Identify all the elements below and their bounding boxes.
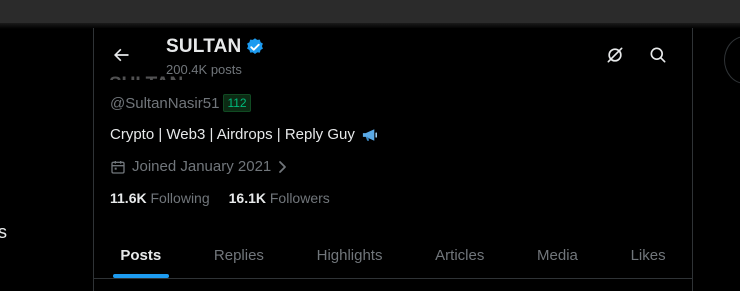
profile-badge-count: 112 bbox=[223, 94, 251, 112]
tab-replies[interactable]: Replies bbox=[188, 232, 291, 278]
back-arrow-icon bbox=[114, 48, 129, 62]
tab-label: Media bbox=[537, 246, 578, 264]
browser-top-bar bbox=[0, 0, 740, 23]
tab-likes[interactable]: Likes bbox=[604, 232, 692, 278]
tab-label: Articles bbox=[435, 246, 485, 264]
tab-label: Posts bbox=[120, 246, 162, 264]
profile-column: SULTAN SULTAN 200.4K posts bbox=[93, 28, 693, 291]
following-link[interactable]: 11.6K Following bbox=[110, 190, 210, 206]
bio-text: Crypto | Web3 | Airdrops | Reply Guy bbox=[110, 126, 355, 143]
megaphone-icon bbox=[362, 128, 377, 141]
followers-label: Followers bbox=[269, 190, 330, 206]
tab-label: Replies bbox=[213, 246, 264, 264]
chevron-right-icon bbox=[279, 160, 287, 173]
profile-header-bar: SULTAN 200.4K posts bbox=[94, 28, 692, 81]
header-display-name: SULTAN bbox=[166, 36, 242, 57]
back-button[interactable] bbox=[104, 40, 138, 70]
search-icon bbox=[650, 47, 666, 63]
tab-label: Likes bbox=[630, 246, 666, 264]
profile-tabs: Posts Replies Highlights Articles Media … bbox=[94, 232, 692, 279]
profile-handle: @SultanNasir51 bbox=[110, 94, 220, 112]
active-tab-indicator bbox=[112, 274, 169, 278]
tab-posts[interactable]: Posts bbox=[94, 232, 188, 278]
followers-count: 16.1K bbox=[228, 190, 266, 206]
tab-label: Highlights bbox=[316, 246, 383, 264]
grok-button[interactable] bbox=[600, 40, 630, 70]
search-button[interactable] bbox=[643, 40, 673, 70]
tab-articles[interactable]: Articles bbox=[409, 232, 511, 278]
verified-badge-icon bbox=[247, 38, 264, 54]
tab-highlights[interactable]: Highlights bbox=[290, 232, 409, 278]
calendar-icon bbox=[111, 160, 125, 174]
grok-icon bbox=[607, 47, 623, 63]
following-count: 11.6K bbox=[110, 190, 147, 206]
followers-link[interactable]: 16.1K Followers bbox=[229, 190, 330, 206]
joined-text: Joined January 2021 bbox=[132, 158, 272, 175]
handle-row: @SultanNasir51 112 bbox=[110, 94, 251, 112]
joined-date[interactable]: Joined January 2021 bbox=[110, 158, 289, 175]
right-sidebar-button-edge[interactable] bbox=[724, 36, 740, 84]
left-column-cut-text: s bbox=[0, 222, 7, 242]
header-posts-count: 200.4K posts bbox=[166, 62, 242, 77]
tab-media[interactable]: Media bbox=[511, 232, 605, 278]
follow-stats: 11.6K Following 16.1K Followers bbox=[110, 190, 330, 206]
header-title: SULTAN bbox=[166, 36, 265, 58]
following-label: Following bbox=[150, 190, 210, 206]
profile-bio: Crypto | Web3 | Airdrops | Reply Guy bbox=[110, 126, 380, 143]
